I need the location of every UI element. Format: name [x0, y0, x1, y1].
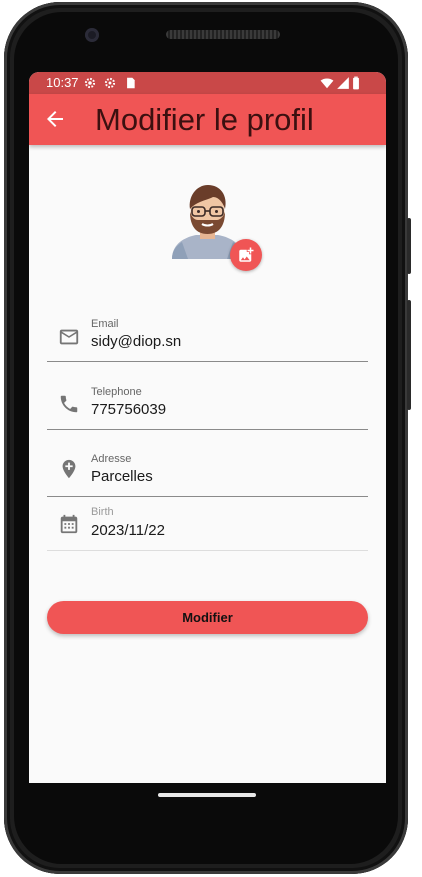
home-gesture-bar[interactable]	[158, 793, 256, 797]
address-label: Adresse	[91, 453, 132, 465]
email-label: Email	[91, 318, 119, 330]
address-field[interactable]: Adresse Parcelles	[47, 444, 368, 498]
modifier-button[interactable]: Modifier	[47, 601, 368, 634]
phone-value: 775756039	[91, 401, 167, 418]
status-bar: 10:37	[29, 72, 386, 94]
change-photo-button[interactable]	[230, 239, 262, 271]
birth-underline	[47, 550, 368, 551]
app-bar: Modifier le profil	[29, 94, 386, 145]
add-photo-icon	[239, 247, 254, 262]
phone-field[interactable]: Telephone 775756039	[47, 376, 368, 431]
wifi-icon	[320, 78, 334, 89]
birth-label: Birth	[91, 506, 114, 518]
signal-icon	[337, 77, 349, 89]
birth-field[interactable]: Birth 2023/11/22	[47, 504, 368, 552]
phone-underline	[47, 429, 368, 430]
settings-icon	[84, 77, 96, 89]
battery-icon	[353, 76, 359, 90]
page-title: Modifier le profil	[95, 102, 314, 137]
power-button	[407, 218, 411, 274]
sd-card-icon	[127, 77, 135, 89]
gear-icon	[104, 77, 116, 89]
address-value: Parcelles	[91, 468, 153, 485]
location-add-icon	[62, 459, 76, 479]
mail-icon	[59, 329, 79, 345]
earpiece-speaker	[166, 30, 280, 39]
calendar-icon	[60, 514, 78, 534]
email-value: sidy@diop.sn	[91, 333, 182, 350]
email-field[interactable]: Email sidy@diop.sn	[47, 308, 368, 363]
volume-button	[407, 300, 411, 410]
front-camera	[85, 28, 99, 42]
email-underline	[47, 361, 368, 362]
birth-value: 2023/11/22	[91, 522, 165, 539]
phone-label: Telephone	[91, 386, 142, 398]
address-underline	[47, 496, 368, 497]
back-arrow-icon[interactable]	[43, 107, 67, 131]
app-screen: 10:37 Modifier le profil Email sidy@diop…	[29, 72, 386, 783]
status-time: 10:37	[46, 75, 79, 90]
phone-icon	[60, 395, 78, 413]
